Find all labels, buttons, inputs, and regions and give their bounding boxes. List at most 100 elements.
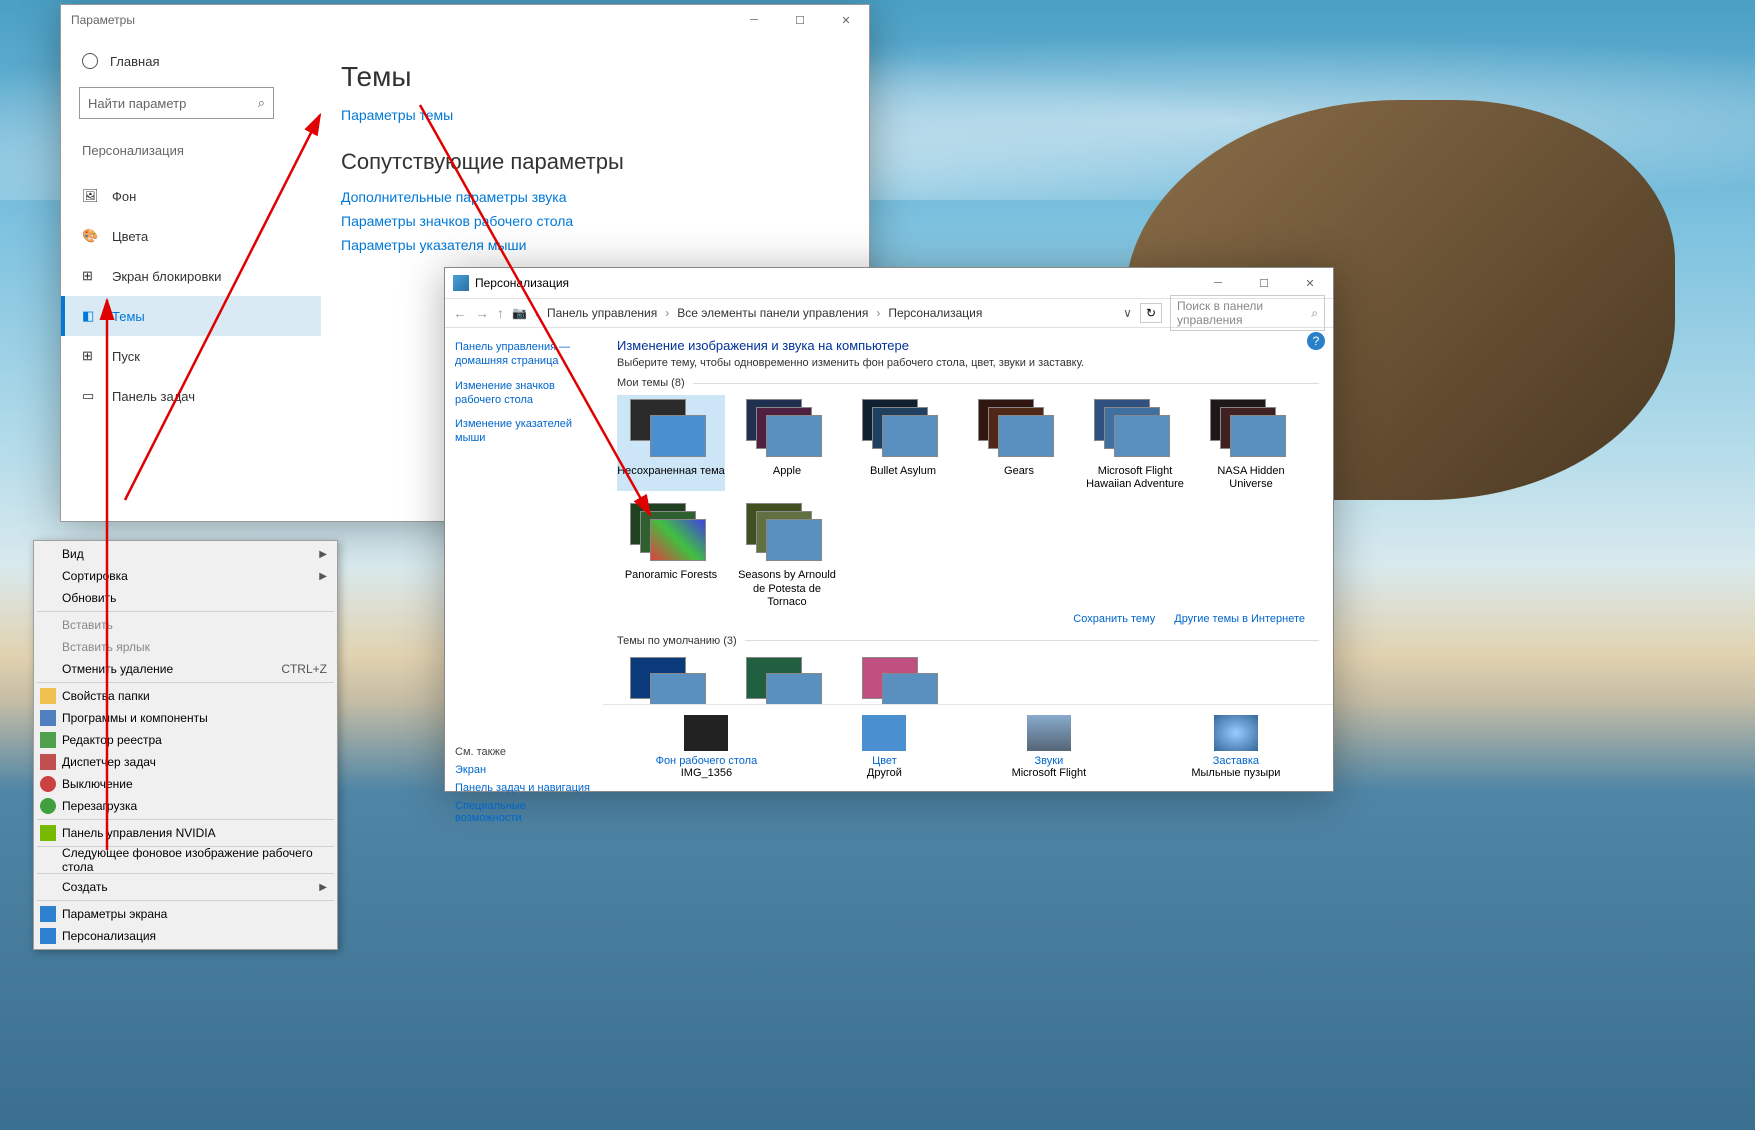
ctx-next-wallpaper[interactable]: Следующее фоновое изображение рабочего с…: [36, 849, 335, 871]
theme-item[interactable]: Seasons by Arnould de Potesta de Tornaco: [733, 499, 841, 609]
breadcrumb[interactable]: Все элементы панели управления: [677, 306, 868, 320]
color-button[interactable]: ЦветДругой: [862, 715, 906, 779]
ctx-undo[interactable]: Отменить удалениеCTRL+Z: [36, 658, 335, 680]
ctx-display-settings[interactable]: Параметры экрана: [36, 903, 335, 925]
theme-item[interactable]: Apple: [733, 395, 841, 491]
ctx-create[interactable]: Создать▶: [36, 876, 335, 898]
nvidia-icon: [40, 825, 56, 841]
minimize-button[interactable]: ─: [731, 5, 777, 35]
ctx-paste: Вставить: [36, 614, 335, 636]
folder-icon: [40, 688, 56, 704]
ctx-view[interactable]: Вид▶: [36, 543, 335, 565]
screensaver-button[interactable]: ЗаставкаМыльные пузыри: [1191, 715, 1280, 779]
desktop-icons-link[interactable]: Параметры значков рабочего стола: [341, 213, 849, 229]
wallpaper-icon: [684, 715, 728, 751]
related-heading: Сопутствующие параметры: [341, 149, 849, 175]
save-theme-link[interactable]: Сохранить тему: [1073, 613, 1155, 625]
search-input[interactable]: Найти параметр ⌕: [79, 87, 274, 119]
control-panel-search[interactable]: Поиск в панели управления⌕: [1170, 295, 1325, 331]
theme-item[interactable]: [617, 653, 725, 704]
up-button[interactable]: ↑: [497, 305, 504, 321]
maximize-button[interactable]: ☐: [777, 5, 823, 35]
settings-sidebar: Главная Найти параметр ⌕ Персонализация …: [61, 35, 321, 521]
sounds-icon: [1027, 715, 1071, 751]
taskmgr-icon: [40, 754, 56, 770]
nav-colors[interactable]: 🎨Цвета: [61, 216, 321, 256]
back-button[interactable]: ←: [453, 305, 467, 321]
ctx-folder-props[interactable]: Свойства папки: [36, 685, 335, 707]
address-dropdown[interactable]: ∨: [1123, 306, 1132, 320]
power-icon: [40, 776, 56, 792]
home-button[interactable]: Главная: [79, 53, 321, 69]
nav-themes[interactable]: ◧Темы: [61, 296, 321, 336]
section-label: Персонализация: [79, 143, 321, 158]
ctx-taskmgr[interactable]: Диспетчер задач: [36, 751, 335, 773]
ctx-paste-shortcut: Вставить ярлык: [36, 636, 335, 658]
theme-item[interactable]: Panoramic Forests: [617, 499, 725, 609]
themes-icon: ◧: [82, 308, 98, 324]
mouse-pointer-link[interactable]: Параметры указателя мыши: [341, 237, 849, 253]
sound-settings-link[interactable]: Дополнительные параметры звука: [341, 189, 849, 205]
page-heading: Изменение изображения и звука на компьют…: [617, 338, 1319, 353]
ease-access-link[interactable]: Специальные возможности: [455, 800, 593, 824]
restart-icon: [40, 798, 56, 814]
more-themes-link[interactable]: Другие темы в Интернете: [1174, 613, 1305, 625]
theme-item[interactable]: Gears: [965, 395, 1073, 491]
nav-lock-screen[interactable]: ⊞Экран блокировки: [61, 256, 321, 296]
chevron-right-icon: ▶: [319, 549, 327, 560]
nav-taskbar[interactable]: ▭Панель задач: [61, 376, 321, 416]
ctx-sort[interactable]: Сортировка▶: [36, 565, 335, 587]
breadcrumb[interactable]: Персонализация: [888, 306, 982, 320]
desktop-icons-link[interactable]: Изменение значков рабочего стола: [455, 379, 593, 408]
maximize-button[interactable]: ☐: [1241, 268, 1287, 298]
personalization-window: Персонализация ─ ☐ ✕ ← → ↑ 📷 › Панель уп…: [444, 267, 1334, 792]
ctx-nvidia[interactable]: Панель управления NVIDIA: [36, 822, 335, 844]
cp-home-link[interactable]: Панель управления — домашняя страница: [455, 340, 593, 369]
close-button[interactable]: ✕: [1287, 268, 1333, 298]
breadcrumb[interactable]: Панель управления: [547, 306, 657, 320]
theme-item[interactable]: [733, 653, 841, 704]
lock-icon: ⊞: [82, 268, 98, 284]
refresh-button[interactable]: ↻: [1140, 303, 1162, 323]
pers-sidebar: Панель управления — домашняя страница Из…: [445, 328, 603, 791]
separator: [37, 682, 334, 683]
shortcut-label: CTRL+Z: [281, 662, 327, 676]
theme-item[interactable]: Несохраненная тема: [617, 395, 725, 491]
forward-button[interactable]: →: [475, 305, 489, 321]
ctx-programs[interactable]: Программы и компоненты: [36, 707, 335, 729]
programs-icon: [40, 710, 56, 726]
nav-background[interactable]: 🖼Фон: [61, 176, 321, 216]
chevron-right-icon: ▶: [319, 571, 327, 582]
settings-title: Параметры: [71, 13, 135, 27]
my-themes-header: Мои темы (8): [617, 377, 685, 389]
control-panel-icon: [453, 275, 469, 291]
default-themes-header: Темы по умолчанию (3): [617, 635, 737, 647]
sounds-button[interactable]: ЗвукиMicrosoft Flight: [1012, 715, 1087, 779]
pers-titlebar: Персонализация ─ ☐ ✕: [445, 268, 1333, 298]
page-description: Выберите тему, чтобы одновременно измени…: [617, 357, 1319, 369]
ctx-shutdown[interactable]: Выключение: [36, 773, 335, 795]
theme-item[interactable]: Microsoft Flight Hawaiian Adventure: [1081, 395, 1189, 491]
theme-item[interactable]: NASA Hidden Universe: [1197, 395, 1305, 491]
picture-icon: 🖼: [82, 188, 98, 204]
gear-icon: [82, 53, 98, 69]
ctx-refresh[interactable]: Обновить: [36, 587, 335, 609]
close-button[interactable]: ✕: [823, 5, 869, 35]
personalize-icon: [40, 928, 56, 944]
theme-item[interactable]: Bullet Asylum: [849, 395, 957, 491]
nav-start[interactable]: ⊞Пуск: [61, 336, 321, 376]
palette-icon: 🎨: [82, 228, 98, 244]
taskbar-nav-link[interactable]: Панель задач и навигация: [455, 782, 593, 794]
theme-item[interactable]: [849, 653, 957, 704]
ctx-regedit[interactable]: Редактор реестра: [36, 729, 335, 751]
ctx-personalize[interactable]: Персонализация: [36, 925, 335, 947]
separator: [37, 900, 334, 901]
minimize-button[interactable]: ─: [1195, 268, 1241, 298]
separator: [37, 819, 334, 820]
mouse-pointers-link[interactable]: Изменение указателей мыши: [455, 417, 593, 446]
wallpaper-button[interactable]: Фон рабочего столаIMG_1356: [656, 715, 758, 779]
start-icon: ⊞: [82, 348, 98, 364]
ctx-reboot[interactable]: Перезагрузка: [36, 795, 335, 817]
display-link[interactable]: Экран: [455, 764, 593, 776]
theme-settings-link[interactable]: Параметры темы: [341, 107, 849, 123]
